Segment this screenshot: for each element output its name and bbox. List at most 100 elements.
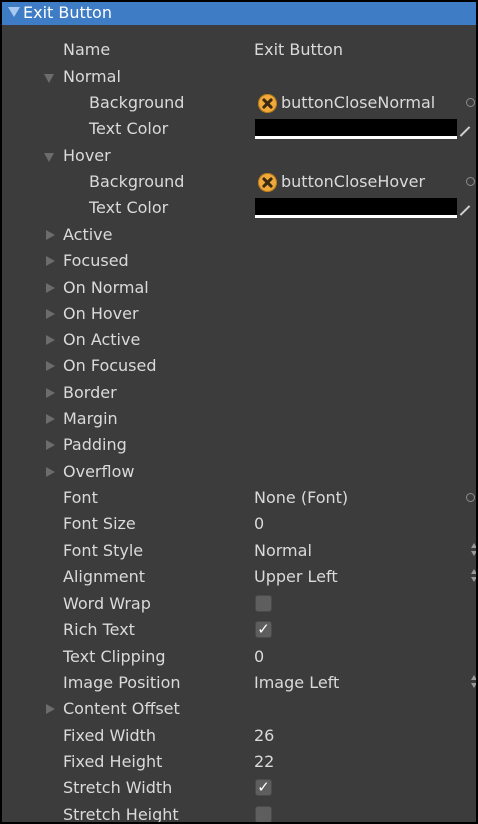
padding-foldout[interactable]: Padding [2,432,476,458]
on-active-foldout[interactable]: On Active [2,327,476,353]
fixed-width-label: Fixed Width [63,726,157,745]
image-position-row: Image Position Image Left [2,670,476,696]
font-style-label: Font Style [63,541,144,560]
triangle-down-icon[interactable] [44,74,54,83]
on-normal-foldout[interactable]: On Normal [2,275,476,301]
triangle-right-icon[interactable] [46,335,55,345]
rich-text-label: Rich Text [63,620,135,639]
border-foldout[interactable]: Border [2,380,476,406]
object-picker-icon[interactable] [466,98,475,107]
fixed-width-row: Fixed Width 26 [2,723,476,749]
hover-background-label: Background [89,172,185,191]
normal-background-label: Background [89,93,185,112]
stretch-width-checkbox[interactable]: ✓ [255,779,272,796]
stretch-height-checkbox[interactable] [255,806,272,822]
component-header[interactable]: Exit Button [2,2,476,25]
focused-foldout[interactable]: Focused [2,248,476,274]
foldout-label: Padding [63,435,127,454]
stretch-height-row: Stretch Height [2,802,476,824]
word-wrap-row: Word Wrap [2,591,476,617]
font-field[interactable]: None (Font) [254,488,348,508]
triangle-right-icon[interactable] [46,414,55,424]
triangle-right-icon[interactable] [46,256,55,266]
image-position-dropdown[interactable]: Image Left [254,673,339,693]
rich-text-row: Rich Text ✓ [2,617,476,643]
font-row: Font None (Font) [2,485,476,511]
foldout-label: On Normal [63,278,149,297]
stretch-width-row: Stretch Width ✓ [2,775,476,801]
alignment-row: Alignment Upper Left [2,564,476,590]
triangle-right-icon[interactable] [46,704,55,714]
text-clipping-label: Text Clipping [63,647,166,666]
text-clipping-field[interactable]: 0 [254,647,264,667]
foldout-label: Active [63,225,113,244]
hover-text-color-row: Text Color [2,195,476,221]
component-title: Exit Button [23,3,112,22]
hover-text-color-label: Text Color [89,198,169,217]
triangle-right-icon[interactable] [46,467,55,477]
alignment-label: Alignment [63,567,145,586]
foldout-label: On Focused [63,356,157,375]
hover-background-field[interactable]: buttonCloseHover [281,172,425,192]
content-offset-foldout[interactable]: Content Offset [2,696,476,722]
normal-text-color-swatch[interactable] [255,119,457,139]
stretch-height-label: Stretch Height [63,805,179,824]
triangle-right-icon[interactable] [46,283,55,293]
hover-foldout[interactable]: Hover [2,143,476,169]
on-focused-foldout[interactable]: On Focused [2,353,476,379]
triangle-right-icon[interactable] [46,309,55,319]
image-position-label: Image Position [63,673,181,692]
foldout-label: On Active [63,330,141,349]
normal-label: Normal [63,67,121,86]
foldout-label: Margin [63,409,118,428]
name-label: Name [63,40,111,59]
font-size-field[interactable]: 0 [254,514,264,534]
foldout-label: Overflow [63,462,135,481]
object-picker-icon[interactable] [466,177,475,186]
font-size-label: Font Size [63,514,136,533]
content-offset-label: Content Offset [63,699,180,718]
alignment-dropdown[interactable]: Upper Left [254,567,338,587]
word-wrap-checkbox[interactable] [255,595,272,612]
eyedropper-icon[interactable] [459,205,471,216]
inspector-panel: Exit Button Name Exit Button Normal Back… [0,0,478,824]
fixed-height-label: Fixed Height [63,752,163,771]
fixed-height-row: Fixed Height 22 [2,749,476,775]
eyedropper-icon[interactable] [459,126,471,137]
text-clipping-row: Text Clipping 0 [2,644,476,670]
active-foldout[interactable]: Active [2,222,476,248]
triangle-right-icon[interactable] [46,361,55,371]
object-picker-icon[interactable] [466,493,475,502]
hover-text-color-swatch[interactable] [255,198,457,218]
word-wrap-label: Word Wrap [63,594,151,613]
fixed-height-field[interactable]: 22 [254,752,274,772]
normal-background-field[interactable]: buttonCloseNormal [281,93,435,113]
triangle-right-icon[interactable] [46,388,55,398]
font-style-dropdown[interactable]: Normal [254,541,312,561]
normal-foldout[interactable]: Normal [2,64,476,90]
overflow-foldout[interactable]: Overflow [2,459,476,485]
normal-text-color-label: Text Color [89,119,169,138]
hover-background-row: Background buttonCloseHover [2,169,476,195]
normal-text-color-row: Text Color [2,116,476,142]
triangle-down-icon[interactable] [44,153,54,162]
rich-text-checkbox[interactable]: ✓ [255,621,272,638]
font-style-row: Font Style Normal [2,538,476,564]
foldout-label: Border [63,383,117,402]
font-label: Font [63,488,98,507]
close-x-circle-icon [258,94,277,113]
on-hover-foldout[interactable]: On Hover [2,301,476,327]
name-field[interactable]: Exit Button [254,40,343,60]
normal-background-row: Background buttonCloseNormal [2,90,476,116]
fixed-width-field[interactable]: 26 [254,726,274,746]
hover-label: Hover [63,146,111,165]
triangle-right-icon[interactable] [46,440,55,450]
font-size-row: Font Size 0 [2,511,476,537]
stretch-width-label: Stretch Width [63,778,173,797]
foldout-label: Focused [63,251,129,270]
close-x-circle-icon [258,173,277,192]
margin-foldout[interactable]: Margin [2,406,476,432]
triangle-right-icon[interactable] [46,230,55,240]
triangle-down-icon[interactable] [8,7,20,17]
name-row: Name Exit Button [2,37,476,63]
